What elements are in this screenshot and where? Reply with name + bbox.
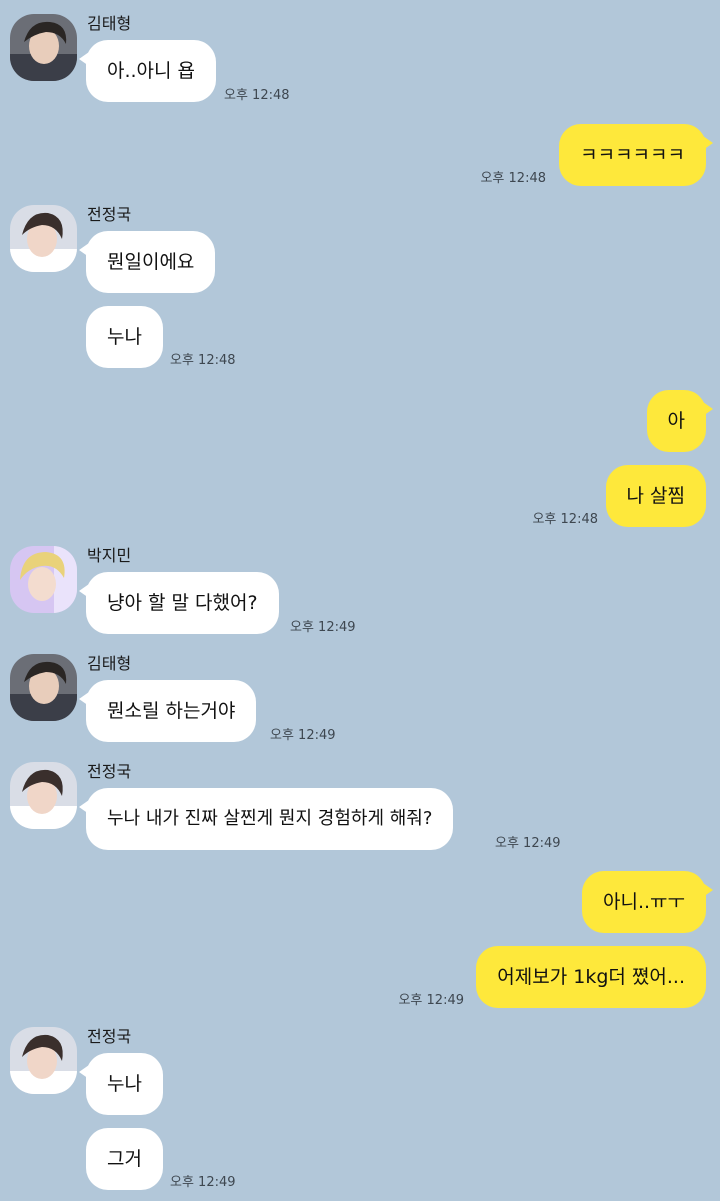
- message-bubble-mine[interactable]: 어제보가 1kg더 쪘어...: [476, 946, 706, 1008]
- message-time: 오후 12:48: [480, 171, 546, 186]
- message-bubble-mine[interactable]: 아: [646, 390, 714, 452]
- avatar-jungkook[interactable]: [10, 205, 77, 272]
- message-time: 오후 12:49: [495, 836, 561, 851]
- message-bubble-mine[interactable]: 나 살찜: [605, 465, 706, 527]
- sender-name: 전정국: [87, 205, 132, 224]
- message-bubble[interactable]: 뭔일이에요: [78, 231, 216, 293]
- sender-name: 김태형: [87, 14, 132, 33]
- message-bubble[interactable]: 냥아 할 말 다했어?: [79, 572, 279, 634]
- message-bubble[interactable]: 누나: [79, 1053, 163, 1115]
- message-bubble[interactable]: 뭔소릴 하는거야: [78, 680, 257, 742]
- sender-name: 전정국: [87, 1027, 132, 1046]
- message-bubble[interactable]: 그거: [86, 1128, 163, 1190]
- sender-name: 김태형: [87, 654, 132, 673]
- avatar-taehyung[interactable]: [10, 654, 77, 721]
- message-time: 오후 12:49: [290, 620, 356, 635]
- message-bubble[interactable]: 누나 내가 진짜 살찐게 뭔지 경험하게 해줘?: [78, 788, 454, 850]
- avatar-jungkook[interactable]: [10, 1027, 77, 1094]
- avatar-taehyung[interactable]: [10, 14, 77, 81]
- message-time: 오후 12:49: [170, 1175, 236, 1190]
- message-bubble[interactable]: 아..아니 욥: [78, 40, 217, 102]
- sender-name: 전정국: [87, 762, 132, 781]
- message-bubble-mine[interactable]: 아니..ㅠㅜ: [582, 871, 713, 933]
- message-time: 오후 12:49: [398, 993, 464, 1008]
- avatar-jimin[interactable]: [10, 546, 77, 613]
- message-bubble-mine[interactable]: ㅋㅋㅋㅋㅋㅋ: [559, 124, 713, 186]
- sender-name: 박지민: [87, 546, 132, 565]
- message-time: 오후 12:48: [532, 512, 598, 527]
- message-time: 오후 12:49: [270, 728, 336, 743]
- message-time: 오후 12:48: [170, 353, 236, 368]
- avatar-jungkook[interactable]: [10, 762, 77, 829]
- message-bubble[interactable]: 누나: [86, 306, 163, 368]
- message-time: 오후 12:48: [224, 88, 290, 103]
